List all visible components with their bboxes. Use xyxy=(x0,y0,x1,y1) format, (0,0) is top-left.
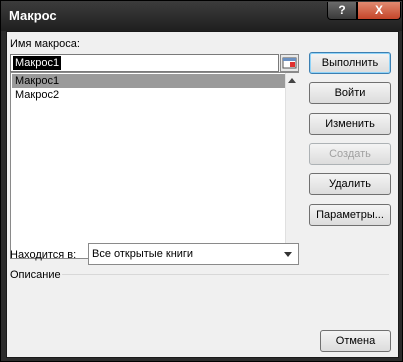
title-bar[interactable]: Макрос ? X xyxy=(1,1,402,31)
close-button[interactable]: X xyxy=(357,2,401,20)
macro-list[interactable]: Макрос1 Макрос2 xyxy=(10,72,299,259)
create-button[interactable]: Создать xyxy=(309,143,391,165)
help-button[interactable]: ? xyxy=(327,2,357,20)
delete-button[interactable]: Удалить xyxy=(309,173,391,195)
range-selector-button[interactable] xyxy=(280,54,299,72)
list-item[interactable]: Макрос2 xyxy=(12,88,285,102)
range-selector-icon xyxy=(282,57,297,69)
options-button[interactable]: Параметры... xyxy=(309,204,391,226)
location-value: Все открытые книги xyxy=(92,248,194,260)
list-scrollbar[interactable] xyxy=(285,73,299,258)
chevron-down-icon xyxy=(284,252,292,257)
arrow-up-icon[interactable] xyxy=(288,78,296,83)
description-label: Описание xyxy=(10,269,61,281)
description-divider xyxy=(62,274,389,275)
cancel-button[interactable]: Отмена xyxy=(320,330,391,352)
step-into-button[interactable]: Войти xyxy=(309,82,391,104)
macro-name-label: Имя макроса: xyxy=(10,38,80,50)
list-item[interactable]: Макрос1 xyxy=(12,74,285,88)
edit-button[interactable]: Изменить xyxy=(309,113,391,135)
location-label: Находится в: xyxy=(10,249,77,261)
macro-dialog: Макрос ? X Имя макроса: Макрос1 Макрос1 … xyxy=(0,0,403,362)
run-button[interactable]: Выполнить xyxy=(309,52,391,74)
macro-name-input[interactable]: Макрос1 xyxy=(10,54,279,72)
dialog-title: Макрос xyxy=(9,8,57,23)
macro-list-items: Макрос1 Макрос2 xyxy=(12,74,285,102)
dialog-body: Имя макроса: Макрос1 Макрос1 Макрос2 Вып… xyxy=(6,31,399,358)
macro-name-value: Макрос1 xyxy=(13,56,62,70)
location-select[interactable]: Все открытые книги xyxy=(88,243,299,265)
